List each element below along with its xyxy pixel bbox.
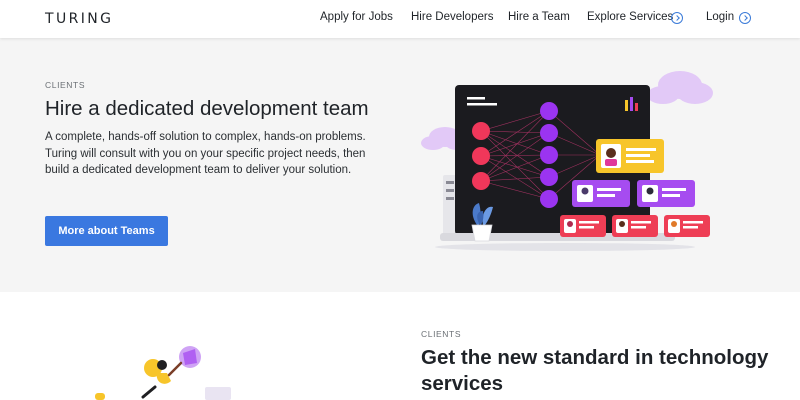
profile-card-red xyxy=(664,215,710,237)
nav-explore-services[interactable]: Explore Services xyxy=(587,11,673,23)
hero-title: Hire a dedicated development team xyxy=(45,97,369,120)
nav-apply-for-jobs[interactable]: Apply for Jobs xyxy=(320,11,393,23)
side-panel xyxy=(443,175,457,240)
profile-card-red xyxy=(560,215,606,237)
chevron-circle-icon[interactable] xyxy=(671,12,683,24)
cloud-icon xyxy=(647,71,713,104)
hero-description: A complete, hands-off solution to comple… xyxy=(45,131,366,176)
more-about-teams-button[interactable]: More about Teams xyxy=(45,216,168,246)
services-eyebrow: CLIENTS xyxy=(421,329,462,339)
input-nodes xyxy=(472,122,490,190)
turing-logo[interactable]: TURING xyxy=(45,11,113,27)
chevron-circle-icon[interactable] xyxy=(739,12,751,24)
hero-eyebrow: CLIENTS xyxy=(45,80,86,90)
person-head xyxy=(157,360,167,370)
services-title: Get the new standard in technology servi… xyxy=(421,346,769,395)
profile-card-red xyxy=(612,215,658,237)
profile-card-yellow xyxy=(596,139,664,173)
nav-hire-developers[interactable]: Hire Developers xyxy=(411,11,493,23)
team-network-illustration xyxy=(421,71,713,251)
profile-card-purple xyxy=(572,180,630,207)
profile-card-purple xyxy=(637,180,695,207)
site-header: TURING Apply for Jobs Hire Developers Hi… xyxy=(0,0,800,38)
person-illustration xyxy=(95,346,231,400)
nav-login[interactable]: Login xyxy=(706,11,734,23)
nav-hire-a-team[interactable]: Hire a Team xyxy=(508,11,570,23)
